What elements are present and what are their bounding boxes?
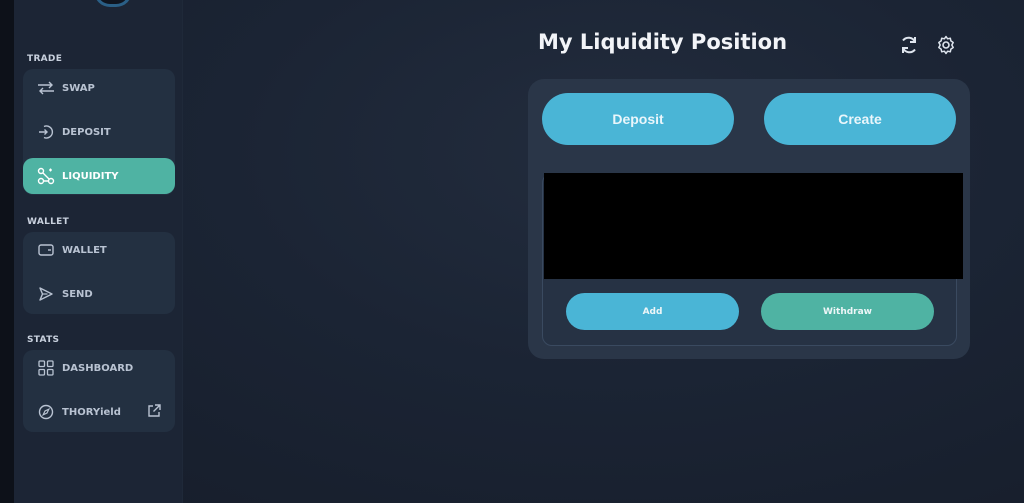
section-title-stats: STATS (27, 335, 60, 345)
wallet-icon (36, 240, 56, 260)
sidebar-item-label: LIQUIDITY (62, 170, 119, 182)
sidebar-item-thoryield[interactable]: THORYield (23, 394, 175, 430)
stats-group: DASHBOARD THORYield (23, 350, 175, 432)
sidebar-item-liquidity[interactable]: LIQUIDITY (23, 158, 175, 194)
sidebar-item-label: DEPOSIT (62, 126, 111, 138)
sidebar-item-label: THORYield (62, 406, 121, 418)
external-link-icon[interactable] (147, 404, 161, 421)
logo-icon[interactable] (94, 0, 132, 7)
sidebar: TRADE SWAP DEPOSIT LIQUIDITY WALLET WALL… (14, 0, 183, 503)
dashboard-icon (36, 358, 56, 378)
section-title-wallet: WALLET (27, 217, 70, 227)
settings-icon[interactable] (934, 33, 958, 57)
liquidity-icon (36, 166, 56, 186)
send-icon (36, 284, 56, 304)
withdraw-button[interactable]: Withdraw (761, 293, 934, 330)
create-button[interactable]: Create (764, 93, 956, 145)
page-title: My Liquidity Position (538, 30, 788, 54)
add-button[interactable]: Add (566, 293, 739, 330)
sidebar-item-wallet[interactable]: WALLET (23, 232, 175, 268)
deposit-icon (36, 122, 56, 142)
wallet-group: WALLET SEND (23, 232, 175, 314)
section-title-trade: TRADE (27, 54, 63, 64)
sidebar-item-label: SEND (62, 288, 93, 300)
redacted-position-info (544, 173, 963, 279)
deposit-button[interactable]: Deposit (542, 93, 734, 145)
trade-group: SWAP DEPOSIT LIQUIDITY (23, 69, 175, 195)
sidebar-item-label: SWAP (62, 82, 95, 94)
sidebar-item-swap[interactable]: SWAP (23, 70, 175, 106)
swap-icon (36, 78, 56, 98)
sidebar-item-label: DASHBOARD (62, 362, 134, 374)
sidebar-item-dashboard[interactable]: DASHBOARD (23, 350, 175, 386)
window-edge (0, 0, 14, 503)
sidebar-item-deposit[interactable]: DEPOSIT (23, 114, 175, 150)
compass-icon (36, 402, 56, 422)
app-window: TRADE SWAP DEPOSIT LIQUIDITY WALLET WALL… (0, 0, 1024, 503)
refresh-icon[interactable] (897, 33, 921, 57)
sidebar-item-send[interactable]: SEND (23, 276, 175, 312)
sidebar-item-label: WALLET (62, 244, 107, 256)
